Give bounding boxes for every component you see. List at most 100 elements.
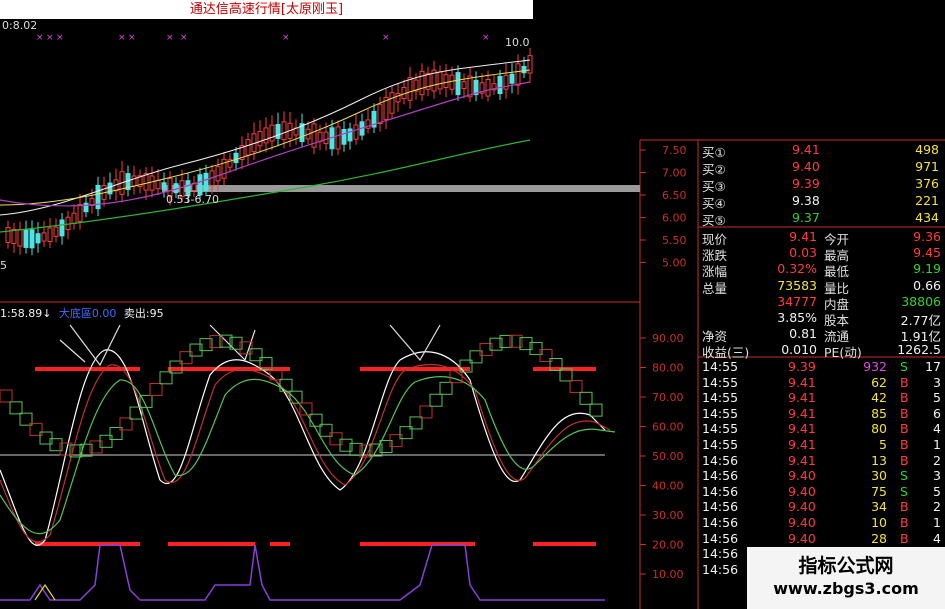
tick-side: B [900,499,909,515]
order-price: 9.40 [792,159,820,174]
tick-row[interactable]: 14:55 9.41 80 B 4 [700,421,945,437]
candle-body [149,175,155,191]
overlay-box [159,371,173,385]
candle-body [161,182,167,190]
x-marker: × [128,33,136,43]
price-tick-label: 7.50 [662,144,687,157]
quote-row: 收益(三) 0.010 PE(动) 1262.5 [700,342,945,360]
candle-body [17,228,23,247]
price-tick-label: 7.00 [662,167,687,180]
quote-row: 净资 0.81 流通 1.91亿 [700,326,945,344]
tick-row[interactable]: 14:56 9.40 28 B 4 [700,531,945,547]
order-volume: 498 [915,142,939,157]
candle-body [77,204,83,222]
top-left-value: 0:8.02 [2,19,38,32]
candle-body [197,174,203,196]
price-tick-label: 6.00 [662,212,687,225]
indicator-tick-label: 10.00 [652,568,684,581]
tick-row[interactable]: 14:55 9.41 62 B 3 [700,375,945,391]
candle-body [485,79,491,97]
tick-row[interactable]: 14:56 9.41 13 B 2 [700,453,945,469]
candle-body [437,71,443,90]
candle-body [281,121,287,141]
order-volume: 376 [915,176,939,191]
tick-row[interactable]: 14:56 9.40 75 S 5 [700,484,945,500]
tick-time: 14:56 [702,514,739,530]
candlestick-series [5,47,533,256]
tick-volume: 932 [863,359,887,374]
x-marker: × [56,33,64,43]
tick-time: 14:56 [702,452,739,468]
tick-time: 14:55 [702,374,739,390]
indicator-axis-ticks: 90.00 80.00 70.00 60.00 50.00 40.00 30.00 20.00… [640,332,684,581]
tick-price: 9.39 [788,359,816,374]
tick-time: 14:56 [702,530,739,546]
quote-row: 3.85% 股本 2.77亿 [700,309,945,328]
price-high-label: 10.0 [505,36,530,49]
order-book-row[interactable]: 买④ 9.38 221 [700,193,945,211]
mid-annotation: 0.53-6.70 [166,193,219,206]
tick-row[interactable]: 14:56 9.40 10 B 1 [700,515,945,531]
tick-time: 14:56 [702,483,739,499]
tick-row[interactable]: 14:55 9.41 42 B 5 [700,390,945,406]
tick-price: 9.41 [788,405,816,421]
price-tick-label: 5.50 [662,234,687,247]
quote-row: 涨幅 0.32% 最低 9.19 [700,261,945,279]
top-markers: × × × × × × × × × × [36,33,490,43]
tick-count: 2 [933,452,941,468]
tick-side: S [900,483,908,499]
tick-count: 1 [933,514,941,530]
quote-value2: 9.45 [913,245,941,261]
x-marker: × [46,33,54,43]
tick-row[interactable]: 14:56 9.40 30 S 3 [700,468,945,484]
order-book-row[interactable]: 买① 9.41 498 [700,142,945,160]
quote-value2: 0.66 [913,277,941,293]
candle-body [23,229,29,248]
candle-body [347,128,353,142]
tick-price: 9.40 [788,483,816,499]
order-book-row[interactable]: 买③ 9.39 376 [700,176,945,194]
indicator-tick-label: 20.00 [652,539,684,552]
window-title: 通达信高速行情[太原刚玉] [0,0,533,19]
order-volume: 221 [915,193,939,208]
quote-value2: 9.19 [913,261,941,277]
order-book-row[interactable]: 买② 9.40 971 [700,159,945,177]
indicator-tick-label: 40.00 [652,480,684,493]
quote-value2: 1262.5 [897,342,941,358]
tick-count: 3 [933,468,941,484]
tick-count: 2 [933,499,941,515]
candle-body [467,75,473,98]
order-price: 9.39 [792,176,820,191]
candle-body [443,74,449,89]
candle-body [143,173,149,191]
overlay-box [569,379,583,393]
quote-value1: 9.41 [789,229,817,244]
tick-row[interactable]: 14:56 9.40 34 B 2 [700,499,945,515]
order-book-row[interactable]: 买⑤ 9.37 434 [700,210,945,228]
x-marker: × [282,33,290,43]
candle-body [449,74,455,90]
tick-count: 3 [933,374,941,390]
tick-volume: 75 [871,483,887,499]
tick-row[interactable]: 14:55 9.41 5 B 1 [700,437,945,453]
candle-body [35,233,41,244]
candle-body [419,70,425,96]
tick-count: 4 [933,421,941,437]
tick-count: 4 [933,530,941,546]
quote-row: 现价 9.41 今开 9.36 [700,229,945,247]
tick-row[interactable]: 14:55 9.39 932 S 17 [700,359,945,375]
quote-value1: 3.85% [777,309,817,325]
candle-body [131,175,137,187]
order-price: 9.37 [792,210,820,225]
tick-row[interactable]: 14:55 9.41 85 B 6 [700,406,945,422]
quote-value1: 34777 [777,293,817,309]
indicator-tick-label: 60.00 [652,421,684,434]
candle-body [59,219,65,237]
tick-count: 1 [933,436,941,452]
candle-body [53,226,59,237]
overlay-box [0,389,13,403]
overlay-box [9,401,23,415]
quote-row: 34777 内盘 38806 [700,293,945,312]
tick-list[interactable]: 14:55 9.39 932 S 17 14:55 9.41 62 B 3 14:55 9.41 42 B… [700,359,945,577]
candle-body [29,229,35,249]
